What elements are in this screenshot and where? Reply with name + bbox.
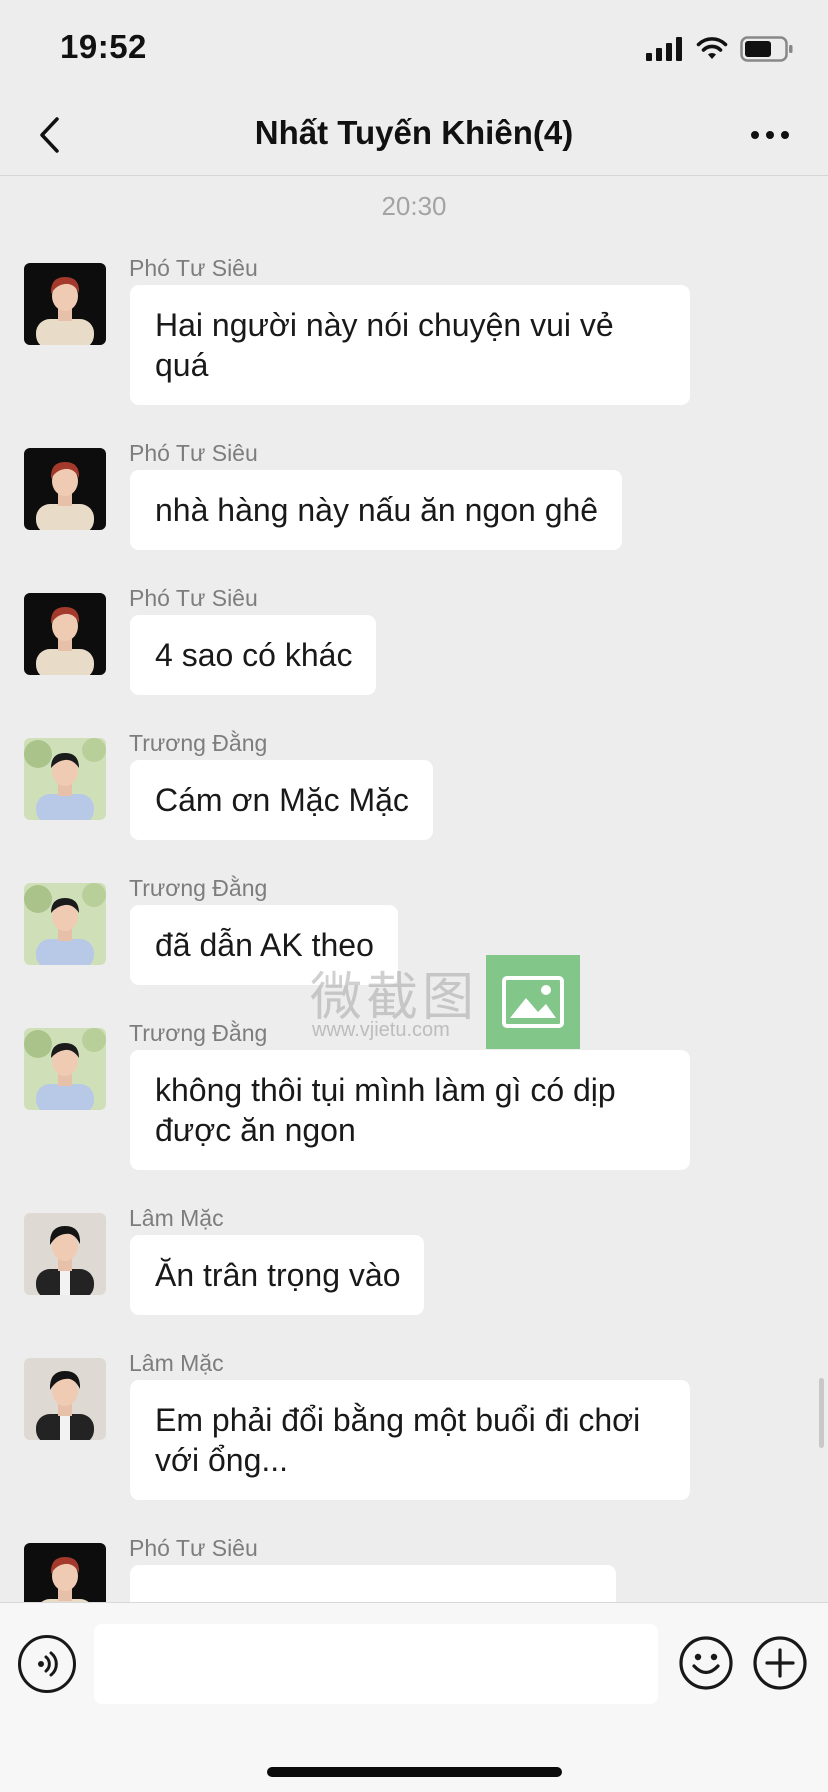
cellular-signal-icon <box>646 37 682 61</box>
sender-name: Phó Tư Siêu <box>129 585 258 611</box>
message-bubble[interactable]: Cám ơn Mặc Mặc <box>130 760 433 840</box>
voice-button[interactable] <box>18 1635 76 1693</box>
plus-button[interactable] <box>752 1635 808 1691</box>
watermark-url: www.vjietu.com <box>312 1019 450 1041</box>
status-time: 19:52 <box>60 28 147 65</box>
message-bubble[interactable]: Hai người này nói chuyện vui vẻ quá <box>130 285 690 405</box>
message-bubble[interactable]: Ăn trân trọng vào <box>130 1235 425 1315</box>
nav-bar: Nhất Tuyến Khiên(4) <box>0 96 828 176</box>
sender-name: Phó Tư Siêu <box>129 255 258 281</box>
message-bubble[interactable]: nhà hàng này nấu ăn ngon ghê <box>130 470 623 550</box>
chat-timestamp: 20:30 <box>381 191 447 221</box>
emoji-icon <box>679 1636 733 1690</box>
avatar-lam-mac[interactable] <box>24 1213 106 1295</box>
avatar-truong-dang[interactable] <box>24 1028 106 1110</box>
chat-area[interactable]: 20:30 Phó Tư Siêu Hai người này nói chuy… <box>0 177 828 1602</box>
scroll-indicator[interactable] <box>819 1378 824 1448</box>
avatar-truong-dang[interactable] <box>24 738 106 820</box>
home-indicator <box>267 1767 562 1777</box>
sender-name: Phó Tư Siêu <box>129 440 258 466</box>
sender-name: Phó Tư Siêu <box>129 1535 258 1561</box>
more-dots-icon <box>751 131 789 139</box>
message-bubble[interactable]: không thôi tụi mình làm gì có dịp được ă… <box>130 1050 690 1170</box>
sender-name: Trương Đằng <box>129 1020 268 1046</box>
battery-icon <box>740 36 793 62</box>
wifi-icon <box>696 37 728 59</box>
message-bubble[interactable] <box>130 1565 616 1602</box>
emoji-button[interactable] <box>678 1635 734 1691</box>
sender-name: Trương Đằng <box>129 730 268 756</box>
avatar-pho-tu-sieu[interactable] <box>24 593 106 675</box>
sender-name: Lâm Mặc <box>129 1350 224 1376</box>
avatar-pho-tu-sieu[interactable] <box>24 448 106 530</box>
avatar-lam-mac[interactable] <box>24 1358 106 1440</box>
chat-title: Nhất Tuyến Khiên(4) <box>254 114 574 151</box>
message-input[interactable] <box>94 1624 658 1704</box>
message-bubble[interactable]: 4 sao có khác <box>130 615 377 695</box>
status-icons <box>646 36 794 62</box>
avatar-pho-tu-sieu[interactable] <box>24 1543 106 1602</box>
status-bar: 19:52 <box>0 0 828 96</box>
plus-icon <box>753 1636 807 1690</box>
avatar-pho-tu-sieu[interactable] <box>24 263 106 345</box>
input-bar <box>0 1602 828 1792</box>
message-bubble[interactable]: đã dẫn AK theo <box>130 905 398 985</box>
more-button[interactable] <box>742 110 798 160</box>
sender-name: Trương Đằng <box>129 875 268 901</box>
message-bubble[interactable]: Em phải đổi bằng một buổi đi chơi với ổn… <box>130 1380 690 1500</box>
voice-icon <box>38 1651 58 1677</box>
image-icon <box>486 955 580 1049</box>
avatar-truong-dang[interactable] <box>24 883 106 965</box>
sender-name: Lâm Mặc <box>129 1205 224 1231</box>
